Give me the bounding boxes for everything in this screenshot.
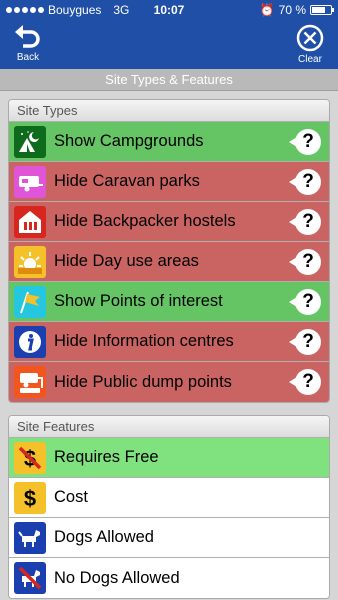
dollar-icon: $: [14, 481, 46, 514]
tent-moon-icon: [14, 125, 46, 158]
site-types-header: Site Types: [9, 100, 329, 122]
site-type-row-backpacker-hostels[interactable]: Hide Backpacker hostels ?: [9, 202, 329, 242]
help-icon[interactable]: ?: [289, 289, 321, 315]
site-type-row-information-centres[interactable]: Hide Information centres ?: [9, 322, 329, 362]
site-type-label: Hide Information centres: [54, 332, 234, 350]
no-dog-icon: [14, 562, 46, 594]
site-feature-label: Requires Free: [54, 448, 159, 466]
info-icon: [14, 325, 46, 358]
site-type-row-day-use-areas[interactable]: Hide Day use areas ?: [9, 242, 329, 282]
help-icon[interactable]: ?: [289, 169, 321, 195]
alarm-icon: ⏰: [259, 3, 275, 17]
status-bar: Bouygues 3G 10:07 ⏰ 70 %: [0, 0, 338, 20]
no-cost-icon: $: [14, 441, 46, 474]
clear-icon: [296, 24, 324, 52]
site-type-row-campgrounds[interactable]: Show Campgrounds ?: [9, 122, 329, 162]
signal-strength-icon: [6, 7, 44, 13]
help-icon[interactable]: ?: [289, 129, 321, 155]
site-type-label: Hide Day use areas: [54, 252, 199, 270]
site-feature-label: Cost: [54, 488, 88, 506]
help-icon[interactable]: ?: [289, 329, 321, 355]
help-icon[interactable]: ?: [289, 249, 321, 275]
site-type-row-points-of-interest[interactable]: Show Points of interest ?: [9, 282, 329, 322]
site-feature-row-dogs-allowed[interactable]: Dogs Allowed: [9, 518, 329, 558]
back-arrow-icon: [15, 25, 40, 48]
dump-point-icon: [14, 366, 46, 398]
site-features-panel: Site Features $ Requires Free $ Cost Dog…: [8, 415, 330, 599]
site-features-header: Site Features: [9, 416, 329, 438]
site-type-label: Hide Backpacker hostels: [54, 212, 236, 230]
help-icon[interactable]: ?: [289, 369, 321, 395]
site-feature-row-no-dogs-allowed[interactable]: No Dogs Allowed: [9, 558, 329, 598]
carrier-name: Bouygues: [48, 3, 102, 17]
hostel-icon: [14, 205, 46, 238]
site-type-row-caravan-parks[interactable]: Hide Caravan parks ?: [9, 162, 329, 202]
site-type-row-public-dump-points[interactable]: Hide Public dump points ?: [9, 362, 329, 402]
page-title: Site Types & Features: [0, 69, 338, 91]
nav-bar: Back Clear: [0, 20, 338, 69]
poi-flag-icon: [14, 285, 46, 318]
back-button[interactable]: Back: [8, 24, 48, 63]
caravan-icon: [14, 165, 46, 198]
battery-percent: 70 %: [278, 3, 306, 17]
site-feature-row-requires-free[interactable]: $ Requires Free: [9, 438, 329, 478]
site-type-label: Hide Caravan parks: [54, 172, 200, 190]
site-type-label: Show Points of interest: [54, 292, 223, 310]
battery-icon: [310, 5, 334, 15]
svg-text:$: $: [24, 486, 36, 511]
site-feature-label: No Dogs Allowed: [54, 568, 180, 587]
help-icon[interactable]: ?: [289, 209, 321, 235]
clear-label: Clear: [298, 54, 322, 65]
site-types-panel: Site Types Show Campgrounds ? Hide Carav…: [8, 99, 330, 403]
site-type-label: Show Campgrounds: [54, 132, 204, 150]
dog-icon: [14, 521, 46, 554]
site-feature-row-cost[interactable]: $ Cost: [9, 478, 329, 518]
clear-button[interactable]: Clear: [290, 24, 330, 65]
back-label: Back: [16, 52, 40, 63]
sun-icon: [14, 245, 46, 278]
site-type-label: Hide Public dump points: [54, 372, 232, 391]
site-feature-label: Dogs Allowed: [54, 528, 154, 546]
network-type: 3G: [113, 3, 130, 17]
